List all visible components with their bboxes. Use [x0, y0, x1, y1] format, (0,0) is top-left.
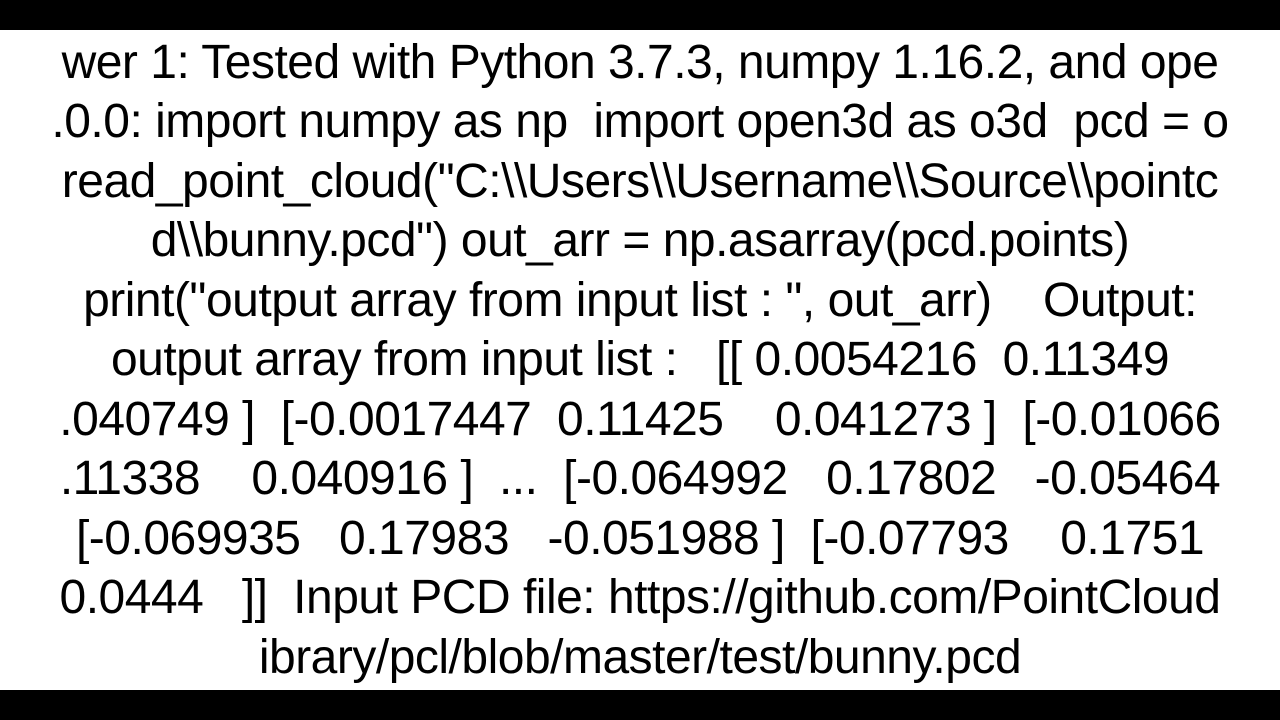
text-line-1: wer 1: Tested with Python 3.7.3, numpy 1… [62, 36, 1219, 89]
text-line-10: 0.0444 ]] Input PCD file: https://github… [60, 571, 1221, 624]
answer-text: wer 1: Tested with Python 3.7.3, numpy 1… [0, 33, 1280, 688]
text-line-7: .040749 ] [-0.0017447 0.11425 0.041273 ]… [59, 393, 1220, 446]
text-line-11: ibrary/pcl/blob/master/test/bunny.pcd [259, 631, 1021, 684]
text-line-3: read_point_cloud("C:\\Users\\Username\\S… [62, 155, 1218, 208]
text-line-2: .0.0: import numpy as np import open3d a… [51, 95, 1228, 148]
content-area: wer 1: Tested with Python 3.7.3, numpy 1… [0, 30, 1280, 690]
text-line-5: print("output array from input list : ",… [83, 274, 1197, 327]
text-line-6: output array from input list : [[ 0.0054… [111, 333, 1169, 386]
text-line-9: [-0.069935 0.17983 -0.051988 ] [-0.07793… [76, 512, 1204, 565]
text-line-4: d\\bunny.pcd") out_arr = np.asarray(pcd.… [151, 214, 1130, 267]
text-line-8: .11338 0.040916 ] ... [-0.064992 0.17802… [60, 452, 1220, 505]
